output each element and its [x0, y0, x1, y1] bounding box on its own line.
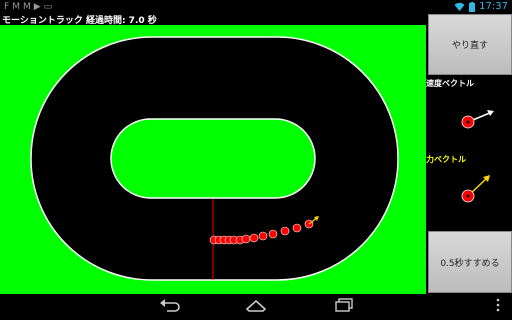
battery-icon: [469, 1, 476, 12]
redo-button[interactable]: やり直す: [428, 14, 512, 75]
trail-ball: [258, 231, 268, 241]
mail-icon: M: [22, 2, 31, 12]
status-right: 17:37: [454, 1, 508, 12]
trail-ball: [241, 234, 251, 244]
notification-icons: F M M ▶ ▭: [4, 1, 52, 13]
force-vector-label: 力ベクトル: [426, 155, 466, 164]
velocity-vector-label: 速度ベクトル: [426, 79, 474, 88]
track-field: [0, 25, 426, 294]
recent-apps-icon[interactable]: [333, 297, 355, 313]
velocity-vector-icon: [461, 110, 494, 129]
force-vector-icon: [461, 175, 490, 203]
photo-icon: ▭: [43, 2, 53, 12]
navigation-bar: [0, 294, 512, 320]
trail-ball: [292, 223, 302, 233]
advance-button-label: 0.5秒すすめる: [440, 258, 500, 269]
wifi-icon: [454, 2, 465, 11]
home-icon[interactable]: [245, 297, 267, 313]
trail-ball: [249, 233, 259, 243]
mail-icon: M: [12, 2, 20, 12]
play-icon: ▶: [33, 2, 41, 12]
redo-button-label: やり直す: [451, 41, 488, 51]
back-icon[interactable]: [159, 297, 181, 313]
notification-icon: F: [4, 2, 10, 12]
advance-half-second-button[interactable]: 0.5秒すすめる: [428, 231, 512, 293]
inner-island: [110, 118, 316, 199]
overflow-menu-icon[interactable]: [494, 297, 502, 313]
trail-ball: [280, 226, 290, 236]
side-panel: やり直す 速度ベクトル 力ベクトル 0.5秒すすめる: [426, 14, 512, 294]
trail-ball: [268, 229, 278, 239]
status-bar: F M M ▶ ▭ 17:37: [0, 0, 512, 14]
track-canvas: [0, 25, 426, 294]
clock: 17:37: [479, 1, 508, 12]
